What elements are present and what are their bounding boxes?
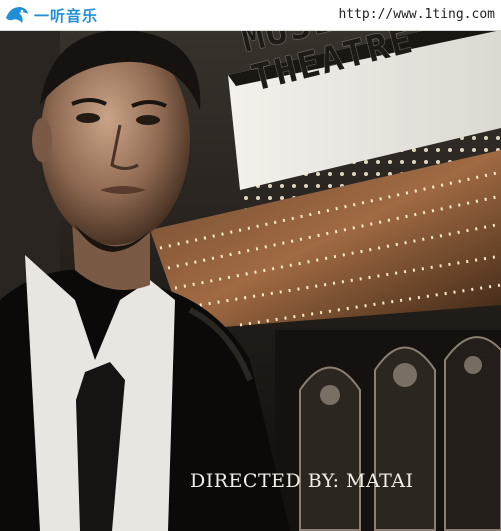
director-caption: DIRECTED BY: MATAI bbox=[190, 470, 414, 492]
site-logo: 一听音乐 bbox=[4, 3, 98, 27]
album-cover: MUSICAL THEATRE DIRECTED BY: MATAI 一听音乐 … bbox=[0, 0, 501, 531]
logo-text: 一听音乐 bbox=[34, 6, 99, 25]
site-url: http://www.1ting.com bbox=[338, 7, 495, 22]
dolphin-logo-icon bbox=[6, 7, 28, 23]
watermark-bar: 一听音乐 http://www.1ting.com bbox=[0, 0, 501, 31]
cover-photo bbox=[0, 0, 501, 531]
